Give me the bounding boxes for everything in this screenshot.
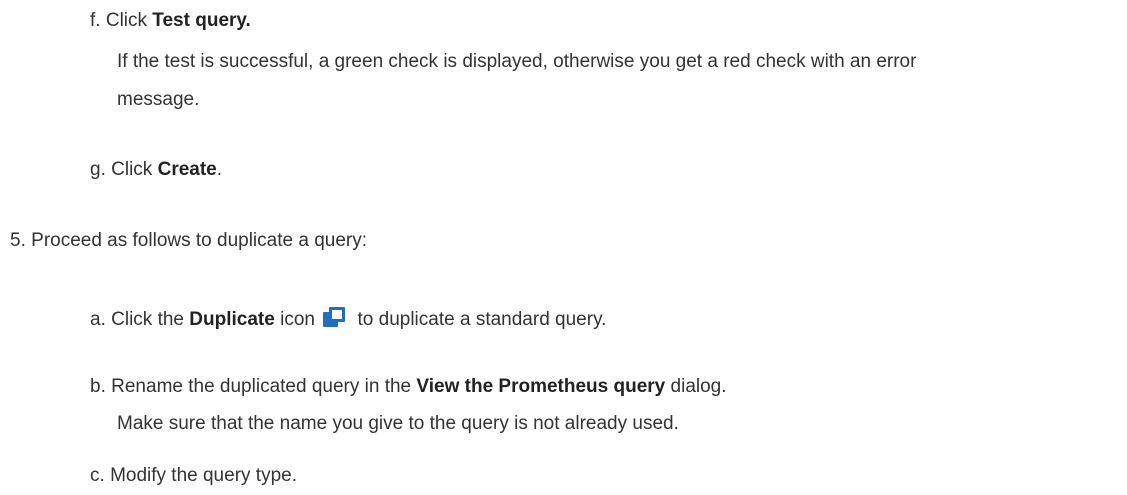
duplicate-label: Duplicate [189,309,275,330]
step-a-middle: icon [274,309,315,330]
step-f-marker: f. [90,10,101,31]
step-b-note: Make sure that the name you give to the … [117,413,679,434]
step-f-note-line1: If the test is successful, a green check… [117,51,917,72]
step-5: 5. Proceed as follows to duplicate a que… [10,229,367,253]
step-a-marker: a. [90,309,106,330]
step-f-prefix: Click [105,10,153,31]
step-b-prefix: Rename the duplicated query in the [111,376,417,397]
step-f: f. Click Test query. [90,9,251,33]
step-a-prefix: Click the [111,309,190,330]
step-a-suffix: to duplicate a standard query. [352,309,607,330]
view-prometheus-query-label: View the Prometheus query [416,376,666,397]
step-g-marker: g. [90,159,106,180]
step-g: g. Click Create. [90,158,222,182]
test-query-label: Test query. [152,10,251,31]
create-label: Create [157,159,217,180]
step-g-suffix: . [216,159,223,180]
step-c: c. Modify the query type. [90,464,297,488]
document-page: f. Click Test query. If the test is succ… [0,0,1127,495]
step-g-prefix: Click [111,159,158,180]
step-5-marker: 5. [10,230,26,251]
step-c-text: Modify the query type. [110,465,297,486]
step-b-marker: b. [90,376,106,397]
step-b-suffix: dialog. [665,376,727,397]
step-b: b. Rename the duplicated query in the Vi… [90,375,727,399]
duplicate-icon [322,306,346,328]
duplicate-icon-graphic [323,307,346,327]
step-5-text: Proceed as follows to duplicate a query: [31,230,367,251]
step-c-marker: c. [90,465,105,486]
step-a: a. Click the Duplicate icon to duplicate… [90,306,606,332]
step-f-note-line2: message. [117,89,200,110]
